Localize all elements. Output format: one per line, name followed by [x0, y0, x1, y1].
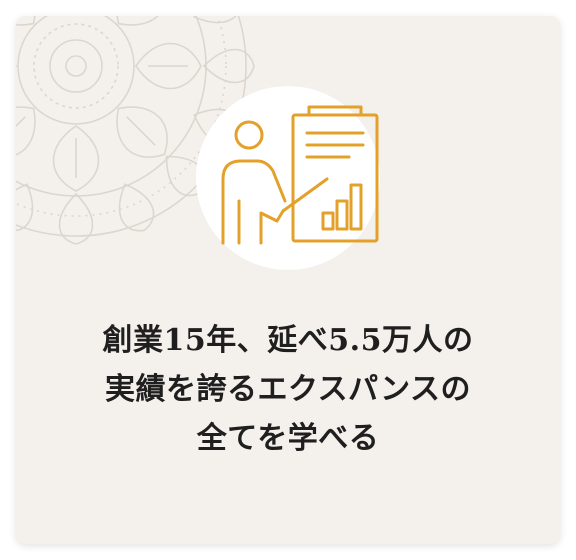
headline-line-3: 全てを学べる [196, 421, 380, 456]
headline-line-1: 創業15年、延べ5.5万人の [102, 323, 474, 358]
headline-line-2: 実績を誇るエクスパンスの [105, 372, 471, 407]
feature-card: 創業15年、延べ5.5万人の 実績を誇るエクスパンスの 全てを学べる [16, 16, 560, 544]
presenter-chart-icon [221, 105, 379, 245]
headline: 創業15年、延べ5.5万人の 実績を誇るエクスパンスの 全てを学べる [16, 316, 560, 463]
